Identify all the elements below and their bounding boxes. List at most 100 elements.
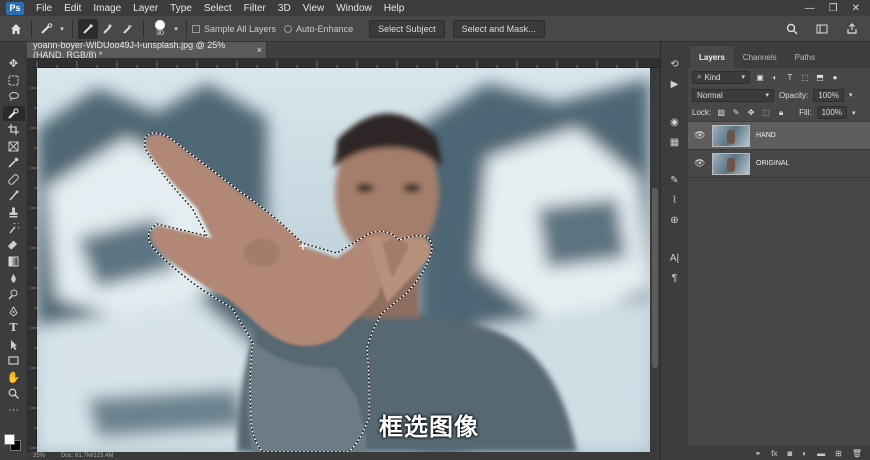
opacity-input[interactable]: 100% — [813, 88, 844, 102]
history-brush-tool-icon[interactable] — [3, 221, 25, 237]
layer-name[interactable]: ORIGINAL — [756, 160, 789, 167]
brush-settings-icon[interactable]: ✎ — [665, 172, 685, 188]
foreground-color-swatch[interactable] — [4, 434, 15, 445]
menu-help[interactable]: Help — [378, 3, 411, 14]
menu-select[interactable]: Select — [198, 3, 238, 14]
menu-filter[interactable]: Filter — [238, 3, 272, 14]
crop-tool-icon[interactable] — [3, 122, 25, 138]
marquee-tool-icon[interactable] — [3, 73, 25, 89]
gradient-tool-icon[interactable] — [3, 254, 25, 270]
path-selection-tool-icon[interactable] — [3, 337, 25, 353]
chevron-down-icon[interactable]: ▾ — [852, 109, 856, 117]
lock-artboard-icon[interactable]: ⬚ — [761, 108, 771, 118]
paragraph-panel-icon[interactable]: ¶ — [665, 270, 685, 286]
adjustment-layer-icon[interactable]: ◐ — [802, 449, 807, 458]
lock-transparency-icon[interactable]: ▨ — [716, 108, 726, 118]
scrollbar-thumb[interactable] — [652, 188, 658, 368]
frame-tool-icon[interactable] — [3, 139, 25, 155]
menu-image[interactable]: Image — [87, 3, 127, 14]
pen-tool-icon[interactable] — [3, 304, 25, 320]
chevron-down-icon[interactable]: ▾ — [57, 19, 67, 39]
color-swatches[interactable] — [4, 432, 26, 454]
subtract-from-selection-brush-icon[interactable] — [118, 19, 138, 39]
actions-panel-icon[interactable]: ▶ — [665, 76, 685, 92]
link-layers-icon[interactable]: ⚭ — [755, 449, 762, 458]
shape-filter-icon[interactable]: ⬚ — [800, 72, 810, 82]
add-to-selection-brush-icon[interactable] — [98, 19, 118, 39]
close-button[interactable]: ✕ — [852, 3, 860, 14]
brush-size-picker[interactable]: 30 — [149, 20, 171, 37]
eye-icon[interactable]: 👁︎ — [694, 130, 706, 141]
home-icon[interactable] — [6, 19, 26, 39]
new-selection-brush-icon[interactable] — [78, 18, 98, 39]
quick-selection-tool-icon[interactable] — [37, 19, 57, 39]
layer-row-hand[interactable]: 👁︎ HAND — [688, 122, 870, 150]
hand-tool-icon[interactable]: ✋ — [3, 370, 25, 386]
smart-object-filter-icon[interactable]: ⬒ — [815, 72, 825, 82]
filter-toggle-icon[interactable]: ● — [830, 72, 840, 82]
new-layer-icon[interactable]: ⊞ — [835, 449, 842, 458]
dodge-tool-icon[interactable] — [3, 287, 25, 303]
eye-icon[interactable]: 👁︎ — [694, 158, 706, 169]
lock-all-icon[interactable]: 🔒︎ — [776, 108, 786, 118]
brushes-panel-icon[interactable]: ⌇ — [665, 192, 685, 208]
delete-layer-icon[interactable]: 🗑︎ — [852, 449, 862, 458]
add-mask-icon[interactable]: ◙ — [787, 449, 792, 458]
auto-enhance-checkbox[interactable]: Auto-Enhance — [284, 24, 353, 34]
search-icon[interactable] — [782, 19, 802, 39]
eraser-tool-icon[interactable] — [3, 238, 25, 254]
share-icon[interactable] — [842, 19, 862, 39]
close-tab-icon[interactable]: × — [257, 45, 262, 55]
lock-pixels-icon[interactable]: ✎ — [731, 108, 741, 118]
healing-brush-tool-icon[interactable] — [3, 172, 25, 188]
layer-row-original[interactable]: 👁︎ ORIGINAL — [688, 150, 870, 178]
document-canvas[interactable] — [37, 68, 650, 452]
character-panel-icon[interactable]: A| — [665, 250, 685, 266]
history-panel-icon[interactable]: ⟲ — [665, 56, 685, 72]
document-tab[interactable]: yoann-boyer-WlDUoo49J-I-unsplash.jpg @ 2… — [27, 40, 267, 60]
pixel-filter-icon[interactable]: ▣ — [755, 72, 765, 82]
new-group-icon[interactable]: ▬ — [817, 449, 825, 458]
menu-window[interactable]: Window — [330, 3, 378, 14]
zoom-tool-icon[interactable] — [3, 386, 25, 402]
fill-input[interactable]: 100% — [816, 106, 848, 119]
menu-view[interactable]: View — [297, 3, 331, 14]
blend-mode-select[interactable]: Normal ▾ — [692, 88, 774, 102]
menu-edit[interactable]: Edit — [58, 3, 87, 14]
move-tool-icon[interactable]: ✥ — [3, 56, 25, 72]
lasso-tool-icon[interactable] — [3, 89, 25, 105]
zoom-level[interactable]: 25% — [33, 453, 45, 459]
menu-file[interactable]: File — [30, 3, 58, 14]
swatches-panel-icon[interactable]: ▦ — [665, 134, 685, 150]
layer-style-icon[interactable]: fx — [771, 449, 777, 458]
clone-stamp-tool-icon[interactable] — [3, 205, 25, 221]
menu-type[interactable]: Type — [164, 3, 198, 14]
more-tools-icon[interactable]: ··· — [3, 403, 25, 419]
select-subject-button[interactable]: Select Subject — [369, 19, 445, 38]
select-and-mask-button[interactable]: Select and Mask... — [452, 19, 545, 38]
quick-selection-tool-icon[interactable] — [2, 105, 25, 121]
type-filter-icon[interactable]: T — [785, 72, 795, 82]
clone-source-icon[interactable]: ⊕ — [665, 212, 685, 228]
workspace-icon[interactable] — [812, 19, 832, 39]
chevron-down-icon[interactable]: ▾ — [849, 91, 853, 99]
color-panel-icon[interactable]: ◉ — [665, 114, 685, 130]
brush-tool-icon[interactable] — [3, 188, 25, 204]
menu-3d[interactable]: 3D — [272, 3, 297, 14]
tab-layers[interactable]: Layers — [690, 46, 734, 68]
adjustment-filter-icon[interactable]: ◐ — [770, 72, 780, 82]
restore-button[interactable]: ❐ — [829, 3, 838, 14]
blur-tool-icon[interactable] — [3, 271, 25, 287]
layer-kind-filter[interactable]: ⌕ Kind ▾ — [692, 70, 750, 84]
layer-name[interactable]: HAND — [756, 132, 776, 139]
tab-paths[interactable]: Paths — [786, 46, 824, 68]
sample-all-layers-checkbox[interactable]: Sample All Layers — [192, 24, 276, 34]
chevron-down-icon[interactable]: ▾ — [171, 19, 181, 39]
lock-position-icon[interactable]: ✥ — [746, 108, 756, 118]
menu-layer[interactable]: Layer — [127, 3, 164, 14]
eyedropper-tool-icon[interactable] — [3, 155, 25, 171]
type-tool-icon[interactable]: T — [3, 320, 25, 336]
tab-channels[interactable]: Channels — [734, 46, 786, 68]
rectangle-tool-icon[interactable] — [3, 353, 25, 369]
minimize-button[interactable]: — — [805, 3, 815, 14]
